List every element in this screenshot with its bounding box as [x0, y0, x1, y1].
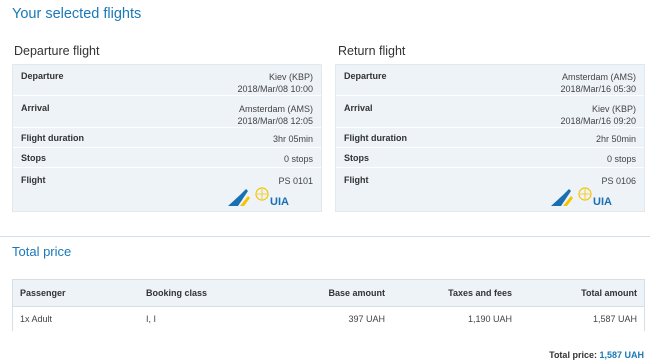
base-amount-cell: 397 UAH [348, 314, 385, 324]
departure-airport: Kiev (KBP) [268, 72, 313, 82]
total-price-summary: Total price: 1,587 UAH [549, 350, 644, 360]
total-amount-link[interactable]: 1,587 UAH [593, 314, 637, 324]
return-departure-airport: Amsterdam (AMS) [561, 72, 636, 82]
departure-row-departure: Departure Kiev (KBP) 2018/Mar/08 10:00 [13, 65, 321, 96]
col-base-amount: Base amount [328, 288, 385, 298]
departure-flight-card: Departure Kiev (KBP) 2018/Mar/08 10:00 A… [12, 64, 322, 212]
uia-logo-text: UIA [593, 196, 612, 207]
flight-row-label: Flight [21, 175, 46, 185]
departure-row-label: Departure [21, 71, 64, 81]
return-row-arrival: Arrival Kiev (KBP) 2018/Mar/16 09:20 [336, 97, 644, 128]
col-passenger: Passenger [20, 288, 66, 298]
return-row-departure: Departure Amsterdam (AMS) 2018/Mar/16 05… [336, 65, 644, 96]
departure-datetime: 2018/Mar/08 10:00 [237, 84, 313, 94]
return-stops-value: 0 stops [606, 154, 636, 164]
table-row: 1x Adult I, I 397 UAH 1,190 UAH 1,587 UA… [13, 307, 644, 331]
col-total-amount: Total amount [581, 288, 637, 298]
taxes-cell: 1,190 UAH [467, 314, 512, 324]
col-taxes-fees: Taxes and fees [448, 288, 512, 298]
stops-row-label: Stops [21, 153, 47, 163]
departure-row-arrival: Arrival Amsterdam (AMS) 2018/Mar/08 12:0… [13, 97, 321, 128]
stops-value: 0 stops [283, 154, 313, 164]
departure-row-stops: Stops 0 stops [13, 149, 321, 168]
departure-row-duration: Flight duration 3hr 05min [13, 129, 321, 148]
flight-number: PS 0101 [278, 176, 313, 186]
uia-logo-icon: UIA [551, 187, 612, 207]
uia-logo-icon: UIA [228, 187, 289, 207]
duration-value: 3hr 05min [272, 134, 313, 144]
return-flight-number: PS 0106 [601, 176, 636, 186]
return-arrival-label: Arrival [344, 103, 373, 113]
return-flight-heading: Return flight [338, 44, 406, 58]
page-title: Your selected flights [12, 6, 142, 22]
return-departure-datetime: 2018/Mar/16 05:30 [560, 84, 636, 94]
uia-logo-text: UIA [270, 196, 289, 207]
return-row-duration: Flight duration 2hr 50min [336, 129, 644, 148]
return-arrival-airport: Kiev (KBP) [591, 104, 636, 114]
arrival-airport: Amsterdam (AMS) [238, 104, 313, 114]
return-departure-label: Departure [344, 71, 387, 81]
arrival-datetime: 2018/Mar/08 12:05 [237, 116, 313, 126]
departure-row-flight: Flight PS 0101 UIA [13, 169, 321, 213]
passenger-cell: 1x Adult [20, 314, 53, 324]
return-row-stops: Stops 0 stops [336, 149, 644, 168]
arrival-row-label: Arrival [21, 103, 50, 113]
departure-flight-heading: Departure flight [14, 44, 100, 58]
total-price-heading: Total price [12, 244, 72, 259]
col-booking-class: Booking class [146, 288, 208, 298]
return-flight-label: Flight [344, 175, 369, 185]
return-duration-value: 2hr 50min [595, 134, 636, 144]
booking-class-cell: I, I [146, 314, 157, 324]
total-price-label: Total price: [549, 350, 597, 360]
duration-row-label: Flight duration [21, 133, 84, 143]
return-duration-label: Flight duration [344, 133, 407, 143]
return-row-flight: Flight PS 0106 UIA [336, 169, 644, 213]
total-price-value: 1,587 UAH [599, 350, 644, 360]
price-table-header: Passenger Booking class Base amount Taxe… [13, 280, 644, 307]
price-table: Passenger Booking class Base amount Taxe… [12, 279, 645, 331]
return-flight-card: Departure Amsterdam (AMS) 2018/Mar/16 05… [335, 64, 645, 212]
return-stops-label: Stops [344, 153, 370, 163]
section-divider [0, 236, 650, 237]
return-arrival-datetime: 2018/Mar/16 09:20 [560, 116, 636, 126]
